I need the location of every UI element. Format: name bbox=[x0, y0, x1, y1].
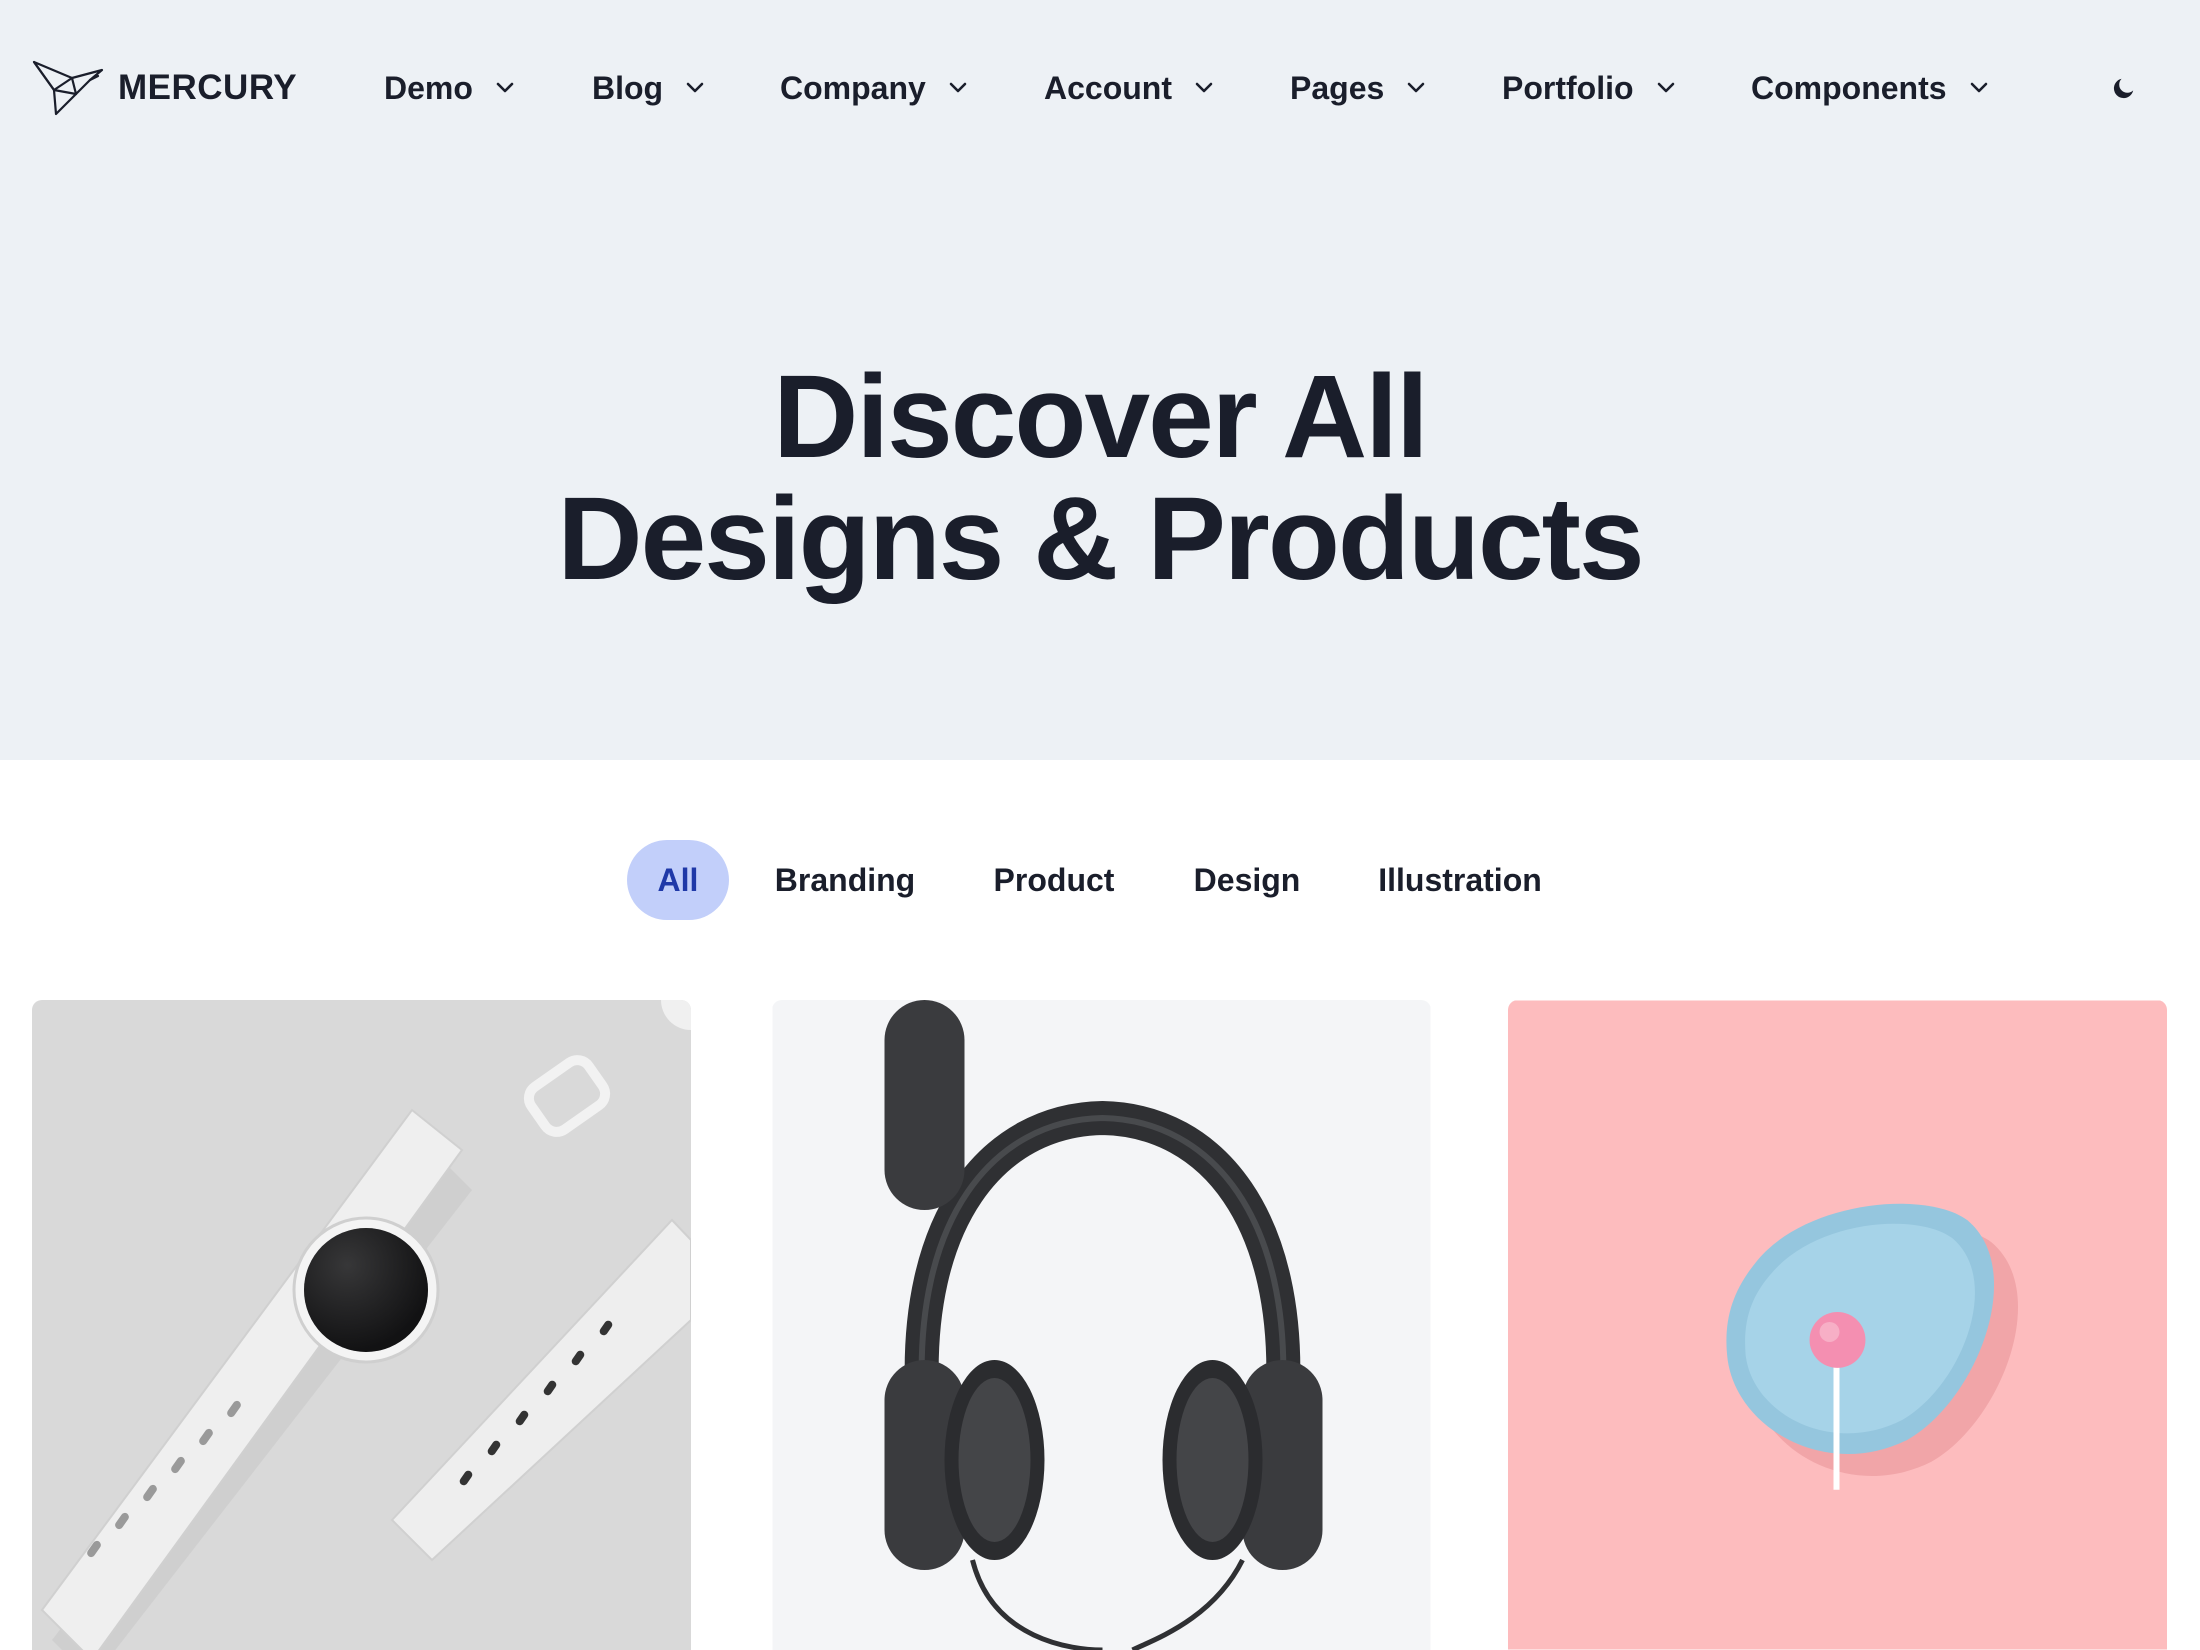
nav-item-blog[interactable]: Blog bbox=[592, 64, 705, 112]
nav-label: Components bbox=[1751, 69, 1947, 106]
chevron-down-icon bbox=[1657, 82, 1674, 93]
nav-item-demo[interactable]: Demo bbox=[384, 64, 515, 112]
nav-label: Portfolio bbox=[1502, 69, 1634, 106]
nav-label: Blog bbox=[592, 69, 664, 106]
lollipop-on-blue-plate-photo bbox=[1508, 1000, 2167, 1650]
brand-name: MERCURY bbox=[118, 68, 298, 107]
nav-item-company[interactable]: Company bbox=[780, 64, 968, 112]
portfolio-card-watch[interactable] bbox=[32, 1000, 691, 1650]
nav-label: Account bbox=[1044, 69, 1172, 106]
filter-all[interactable]: All bbox=[627, 840, 729, 920]
portfolio-filter-bar: All Branding Product Design Illustration bbox=[0, 840, 2200, 920]
nav-label: Company bbox=[780, 69, 926, 106]
page-title-line-2: Designs & Products bbox=[557, 473, 1644, 605]
nav-item-account[interactable]: Account bbox=[1044, 64, 1214, 112]
filter-design[interactable]: Design bbox=[1178, 840, 1316, 920]
site-header: MERCURY Demo Blog Company Account Pages … bbox=[0, 0, 2200, 176]
portfolio-card-headphones[interactable] bbox=[772, 1000, 1431, 1650]
chevron-down-icon bbox=[496, 82, 514, 93]
headphones-product-photo bbox=[772, 1000, 1431, 1650]
nav-item-components[interactable]: Components bbox=[1751, 64, 1989, 112]
filter-branding[interactable]: Branding bbox=[760, 840, 930, 920]
portfolio-card-lollipop[interactable] bbox=[1508, 1000, 2167, 1650]
page-title: Discover All Designs & Products bbox=[300, 356, 1900, 600]
nav-item-pages[interactable]: Pages bbox=[1290, 64, 1426, 112]
chevron-down-icon bbox=[949, 82, 967, 93]
chevron-down-icon bbox=[1195, 82, 1213, 93]
filter-product[interactable]: Product bbox=[974, 840, 1134, 920]
nav-label: Pages bbox=[1290, 69, 1385, 106]
smartwatch-product-photo bbox=[32, 1000, 691, 1650]
nav-item-portfolio[interactable]: Portfolio bbox=[1502, 64, 1676, 112]
origami-bird-logo-icon bbox=[32, 60, 104, 116]
chevron-down-icon bbox=[686, 82, 704, 93]
theme-toggle-button[interactable] bbox=[2108, 72, 2140, 104]
chevron-down-icon bbox=[1407, 82, 1425, 93]
moon-icon bbox=[2113, 78, 2134, 99]
chevron-down-icon bbox=[1970, 82, 1987, 93]
page-title-line-1: Discover All bbox=[773, 351, 1429, 483]
nav-label: Demo bbox=[384, 69, 473, 106]
filter-illustration[interactable]: Illustration bbox=[1360, 840, 1560, 920]
brand-logo-link[interactable]: MERCURY bbox=[32, 58, 297, 118]
